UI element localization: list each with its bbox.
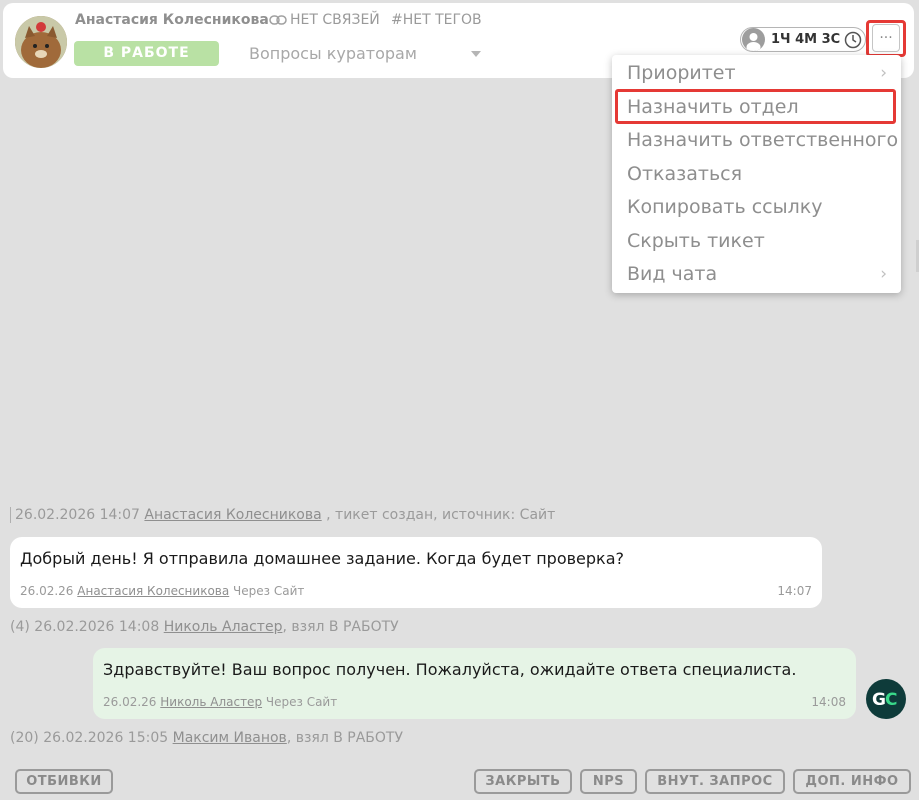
close-ticket-button[interactable]: ЗАКРЫТЬ <box>474 769 572 794</box>
menu-item-assign-responsible[interactable]: Назначить ответственного <box>612 124 901 157</box>
agent-avatar-letter-c: C <box>885 690 897 709</box>
menu-item-highlight <box>615 89 896 124</box>
menu-item-hide-ticket[interactable]: Скрыть тикет <box>612 225 901 258</box>
event-datetime: 26.02.2026 14:07 <box>15 507 140 523</box>
tags-label[interactable]: #НЕТ ТЕГОВ <box>391 12 482 28</box>
message-text: Добрый день! Я отправила домашнее задани… <box>20 549 625 568</box>
message-source: Через Сайт <box>233 584 305 598</box>
event-author-link[interactable]: Максим Иванов <box>173 730 287 746</box>
event-text: , взял В РАБОТУ <box>282 619 399 635</box>
message-text: Здравствуйте! Ваш вопрос получен. Пожалу… <box>103 660 797 679</box>
menu-item-copy-link[interactable]: Копировать ссылку <box>612 191 901 224</box>
link-icon <box>269 15 287 25</box>
more-button-highlight <box>866 20 906 57</box>
menu-item-label: Копировать ссылку <box>627 196 823 218</box>
taken-in-work-event: (4) 26.02.2026 14:08 Николь Аластер, взя… <box>10 619 399 635</box>
message-meta: 26.02.26 Анастасия Колесникова Через Сай… <box>20 584 304 598</box>
chevron-right-icon: › <box>880 63 887 83</box>
menu-item-label: Отказаться <box>627 163 743 185</box>
menu-item-label: Скрыть тикет <box>627 230 765 252</box>
client-name[interactable]: Анастасия Колесникова <box>75 12 269 28</box>
menu-item-label: Приоритет <box>627 62 736 84</box>
message-author-link[interactable]: Николь Аластер <box>160 695 262 709</box>
ticket-created-event: 26.02.2026 14:07 Анастасия Колесникова ,… <box>10 507 555 523</box>
event-text: , тикет создан, источник: Сайт <box>326 507 556 523</box>
event-text: , взял В РАБОТУ <box>286 730 404 746</box>
client-message: Добрый день! Я отправила домашнее задани… <box>10 537 822 608</box>
category-select[interactable]: Вопросы кураторам <box>249 41 481 67</box>
timer-value: 1Ч 4М 3С <box>771 32 841 47</box>
links-label[interactable]: НЕТ СВЯЗЕЙ <box>269 12 380 28</box>
taken-in-work-event: (20) 26.02.2026 15:05 Максим Иванов, взя… <box>10 730 403 746</box>
templates-button[interactable]: ОТБИВКИ <box>15 769 113 794</box>
event-datetime: (20) 26.02.2026 15:05 <box>10 730 169 746</box>
clock-icon <box>844 31 862 48</box>
message-time: 14:08 <box>811 695 846 709</box>
nps-button[interactable]: NPS <box>580 769 637 794</box>
agent-avatar: G C <box>866 679 906 719</box>
message-date: 26.02.26 <box>103 695 157 709</box>
menu-item-label: Вид чата <box>627 263 718 285</box>
message-source: Через Сайт <box>265 695 338 709</box>
user-icon <box>742 28 765 51</box>
event-author-link[interactable]: Анастасия Колесникова <box>144 507 321 523</box>
message-meta: 26.02.26 Николь Аластер Через Сайт <box>103 695 337 709</box>
message-author-link[interactable]: Анастасия Колесникова <box>77 584 229 598</box>
event-author-link[interactable]: Николь Аластер <box>164 619 283 635</box>
additional-info-button[interactable]: ДОП. ИНФО <box>793 769 911 794</box>
menu-item-decline[interactable]: Отказаться <box>612 158 901 191</box>
agent-message: Здравствуйте! Ваш вопрос получен. Пожалу… <box>93 648 856 719</box>
ticket-timer: 1Ч 4М 3С <box>740 27 866 52</box>
status-button[interactable]: В РАБОТЕ <box>74 41 219 66</box>
chevron-right-icon: › <box>880 264 887 284</box>
caret-down-icon <box>471 51 481 57</box>
message-time: 14:07 <box>777 584 812 598</box>
gc-logo-icon: G C <box>872 690 897 709</box>
menu-item-priority[interactable]: Приоритет › <box>612 57 901 90</box>
client-avatar[interactable] <box>15 16 67 68</box>
event-datetime: (4) 26.02.2026 14:08 <box>10 619 160 635</box>
agent-avatar-letter-g: G <box>872 690 886 709</box>
internal-request-button[interactable]: ВНУТ. ЗАПРОС <box>645 769 785 794</box>
menu-item-chat-view[interactable]: Вид чата › <box>612 258 901 291</box>
message-date: 26.02.26 <box>20 584 74 598</box>
category-value: Вопросы кураторам <box>249 44 417 63</box>
links-text: НЕТ СВЯЗЕЙ <box>290 12 380 28</box>
menu-item-label: Назначить ответственного <box>627 129 899 151</box>
